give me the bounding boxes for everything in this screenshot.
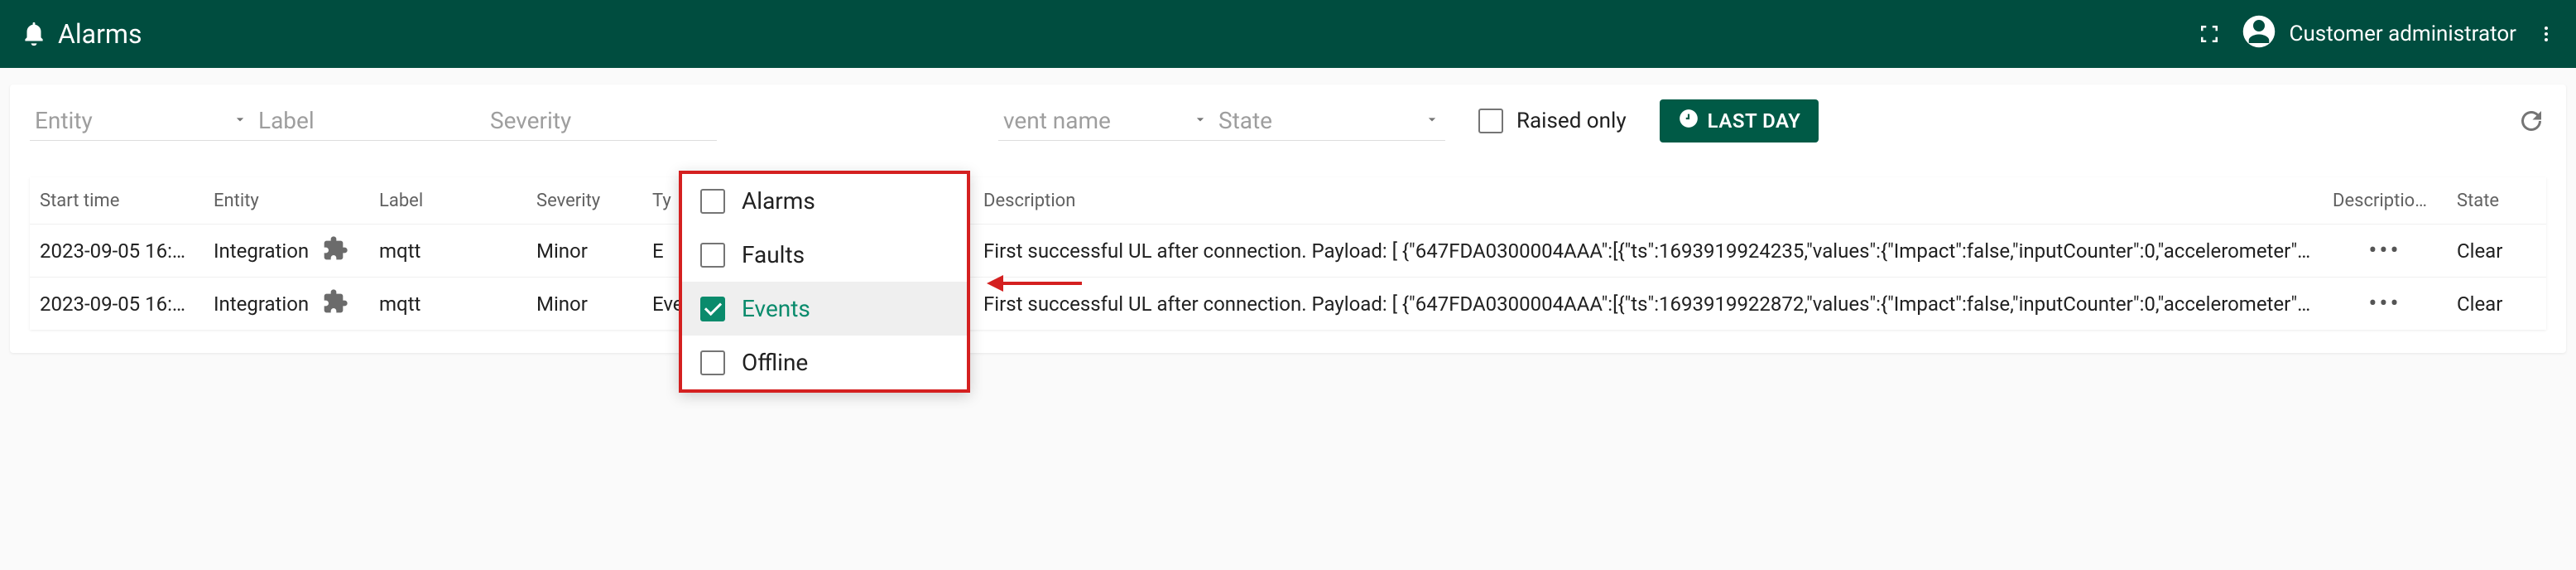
cell-entity: Integration bbox=[204, 235, 369, 267]
col-start-time: Start time bbox=[30, 191, 204, 211]
label-placeholder: Label bbox=[258, 107, 315, 134]
checkbox-icon bbox=[700, 189, 725, 214]
col-severity: Severity bbox=[526, 191, 642, 211]
cell-start-time: 2023-09-05 16:18:44 bbox=[30, 239, 204, 263]
refresh-button[interactable] bbox=[2516, 106, 2546, 136]
clock-icon bbox=[1678, 108, 1699, 134]
page-title: Alarms bbox=[20, 18, 142, 50]
col-state: State bbox=[2447, 191, 2546, 211]
type-option-faults[interactable]: Faults bbox=[682, 228, 967, 282]
cell-severity: Minor bbox=[526, 239, 642, 263]
checkbox-icon bbox=[1478, 109, 1503, 133]
col-details: Description details bbox=[2323, 191, 2447, 211]
severity-select[interactable]: Severity bbox=[485, 101, 717, 141]
entity-select[interactable]: Entity bbox=[30, 101, 253, 141]
checkbox-icon bbox=[700, 297, 725, 321]
event-name-select[interactable]: vent name bbox=[998, 101, 1214, 141]
puzzle-icon bbox=[322, 235, 348, 267]
type-option-label: Alarms bbox=[742, 187, 815, 215]
raised-only-checkbox[interactable]: Raised only bbox=[1478, 109, 1627, 133]
entity-label: Entity bbox=[35, 107, 93, 134]
dots-icon: ••• bbox=[2368, 236, 2401, 265]
top-bar: Alarms Customer administrator bbox=[0, 0, 2576, 68]
chevron-down-icon bbox=[1424, 109, 1440, 133]
type-dropdown: Alarms Faults Events Offline bbox=[679, 171, 970, 393]
col-description: Description bbox=[973, 191, 2323, 211]
page-title-text: Alarms bbox=[58, 18, 142, 50]
eventname-label: vent name bbox=[1003, 107, 1111, 134]
checkbox-icon bbox=[700, 243, 725, 268]
type-option-events[interactable]: Events bbox=[682, 282, 967, 336]
type-option-offline[interactable]: Offline bbox=[682, 336, 967, 389]
chevron-down-icon bbox=[1192, 109, 1209, 133]
dots-icon: ••• bbox=[2368, 289, 2401, 318]
table-header: Start time Entity Label Severity Ty Desc… bbox=[30, 177, 2546, 224]
state-label: State bbox=[1218, 107, 1272, 134]
type-option-label: Faults bbox=[742, 241, 805, 268]
cell-label: mqtt bbox=[369, 239, 526, 263]
cell-label: mqtt bbox=[369, 292, 526, 316]
filter-bar: Entity Label Severity vent name State Ra… bbox=[10, 85, 2566, 353]
user-menu[interactable]: Customer administrator bbox=[2242, 14, 2516, 55]
cell-details-button[interactable]: ••• bbox=[2323, 236, 2447, 265]
user-avatar-icon bbox=[2242, 14, 2276, 55]
label-input[interactable]: Label bbox=[253, 101, 485, 141]
cell-description: First successful UL after connection. Pa… bbox=[973, 239, 2323, 263]
puzzle-icon bbox=[322, 288, 348, 320]
last-day-button[interactable]: LAST DAY bbox=[1660, 99, 1819, 142]
col-label: Label bbox=[369, 191, 526, 211]
cell-severity: Minor bbox=[526, 292, 642, 316]
user-name: Customer administrator bbox=[2290, 22, 2516, 46]
last-day-label: LAST DAY bbox=[1708, 109, 1801, 133]
chevron-down-icon bbox=[232, 109, 248, 133]
alarms-table: Start time Entity Label Severity Ty Desc… bbox=[30, 177, 2546, 330]
checkbox-icon bbox=[700, 350, 725, 375]
type-option-label: Offline bbox=[742, 349, 808, 376]
severity-label: Severity bbox=[490, 107, 571, 134]
kebab-menu-icon[interactable] bbox=[2536, 22, 2556, 46]
table-row[interactable]: 2023-09-05 16:18:44IntegrationmqttMinorE… bbox=[30, 224, 2546, 277]
cell-state: Clear bbox=[2447, 239, 2546, 263]
cell-details-button[interactable]: ••• bbox=[2323, 289, 2447, 318]
table-row[interactable]: 2023-09-05 16:18:44IntegrationmqttMinor E… bbox=[30, 277, 2546, 330]
cell-description: First successful UL after connection. Pa… bbox=[973, 292, 2323, 316]
annotation-arrow bbox=[987, 267, 1086, 300]
type-option-label: Events bbox=[742, 295, 810, 322]
cell-start-time: 2023-09-05 16:18:44 bbox=[30, 292, 204, 316]
bell-icon bbox=[20, 20, 48, 48]
state-select[interactable]: State bbox=[1214, 101, 1445, 141]
col-entity: Entity bbox=[204, 191, 369, 211]
cell-state: Clear bbox=[2447, 292, 2546, 316]
type-option-alarms[interactable]: Alarms bbox=[682, 174, 967, 228]
raised-only-label: Raised only bbox=[1516, 109, 1627, 133]
cell-entity: Integration bbox=[204, 288, 369, 320]
fullscreen-icon[interactable] bbox=[2197, 22, 2222, 46]
